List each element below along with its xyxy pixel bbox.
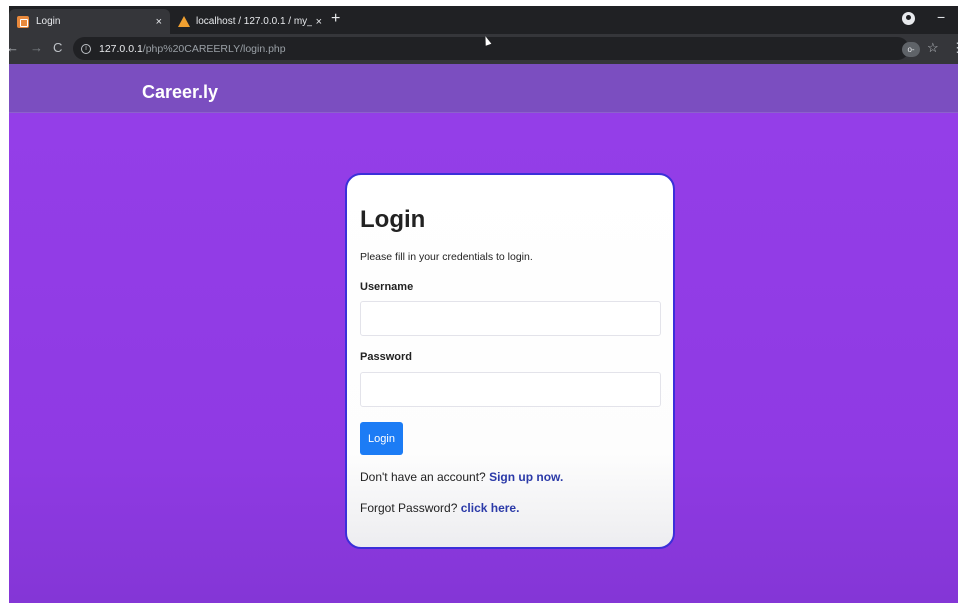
signup-prompt: Don't have an account? Sign up now. <box>360 470 563 484</box>
tab-login[interactable]: Login × <box>9 9 170 34</box>
close-icon[interactable]: × <box>156 16 162 28</box>
forgot-password-prompt: Forgot Password? click here. <box>360 501 519 515</box>
star-icon[interactable]: ☆ <box>927 40 939 56</box>
password-label: Password <box>360 351 412 363</box>
password-input[interactable] <box>360 372 661 407</box>
new-tab-icon[interactable]: + <box>331 10 340 28</box>
signup-link[interactable]: Sign up now. <box>489 470 563 484</box>
site-navbar: Career.ly <box>9 64 958 113</box>
more-icon[interactable]: ⋮ <box>951 40 958 56</box>
key-icon[interactable]: o- <box>902 42 920 57</box>
username-label: Username <box>360 281 414 293</box>
login-card: Login Please fill in your credentials to… <box>345 173 675 549</box>
close-icon[interactable]: × <box>316 16 322 28</box>
signup-prompt-text: Don't have an account? <box>360 470 486 484</box>
login-title: Login <box>360 206 426 233</box>
back-icon[interactable]: ← <box>9 40 19 55</box>
phpmyadmin-icon <box>178 16 190 27</box>
tab-phpmyadmin[interactable]: localhost / 127.0.0.1 / my_db / u × <box>170 9 330 34</box>
reload-icon[interactable]: C <box>53 40 62 55</box>
tab-strip: Login × localhost / 127.0.0.1 / my_db / … <box>9 6 958 34</box>
login-button[interactable]: Login <box>360 422 403 455</box>
brand-logo[interactable]: Career.ly <box>142 82 218 103</box>
forgot-password-link[interactable]: click here. <box>461 501 520 515</box>
forward-icon[interactable]: → <box>30 40 43 55</box>
page-icon <box>17 15 29 28</box>
url-path: /php%20CAREERLY/login.php <box>142 42 286 55</box>
forgot-prompt-text: Forgot Password? <box>360 501 458 515</box>
profile-icon[interactable] <box>902 12 915 25</box>
address-bar[interactable]: i 127.0.0.1 /php%20CAREERLY/login.php <box>73 37 909 60</box>
tab-title: Login <box>36 16 61 27</box>
browser-window: Login × localhost / 127.0.0.1 / my_db / … <box>9 6 958 603</box>
tab-title: localhost / 127.0.0.1 / my_db / u <box>196 16 312 27</box>
url-host: 127.0.0.1 <box>99 42 143 55</box>
minimize-icon[interactable]: − <box>937 9 945 25</box>
username-input[interactable] <box>360 301 661 336</box>
login-subtitle: Please fill in your credentials to login… <box>360 251 533 263</box>
info-icon[interactable]: i <box>81 43 91 54</box>
